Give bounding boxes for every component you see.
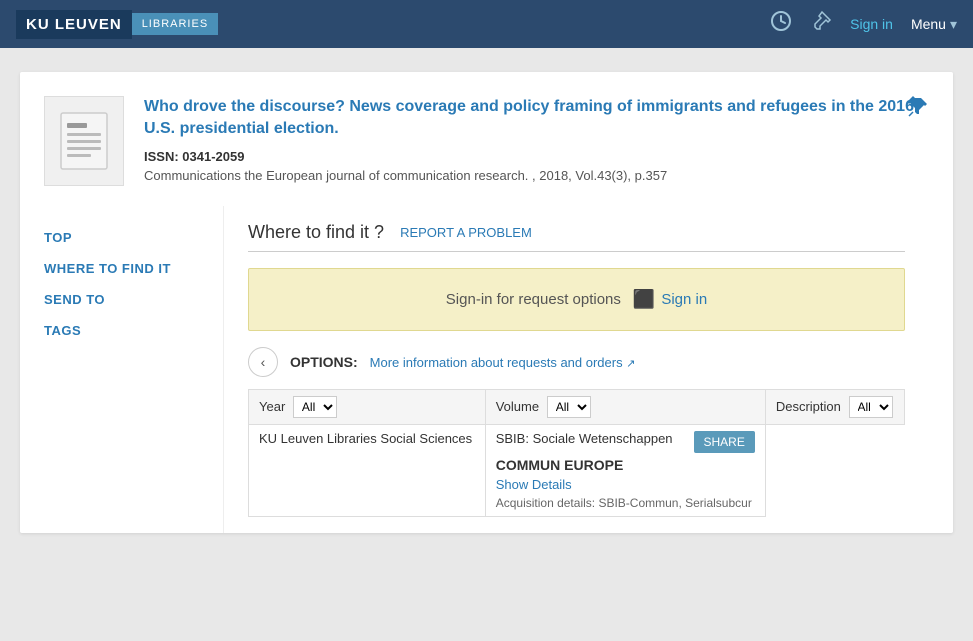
description-filter-select[interactable]: All <box>849 396 893 418</box>
options-bar: ‹ OPTIONS: More information about reques… <box>248 347 905 377</box>
header: KU LEUVEN LIBRARIES Sign in Menu ▾ <box>0 0 973 48</box>
table-header-row: Year All Volume All <box>249 390 905 425</box>
where-to-find-section: Where to find it ? REPORT A PROBLEM Sign… <box>224 206 929 533</box>
sbib-cell: SBIB: Sociale Wetenschappen SHARE COMMUN… <box>485 425 765 517</box>
sidebar-item-send-to[interactable]: SEND TO <box>44 284 223 315</box>
main-content: Who drove the discourse? News coverage a… <box>0 48 973 557</box>
show-details-link[interactable]: Show Details <box>496 477 755 492</box>
sidebar: TOP WHERE TO FIND IT SEND TO TAGS <box>44 206 224 533</box>
section-title: Where to find it ? <box>248 222 384 243</box>
pin-icon[interactable] <box>810 10 832 38</box>
article-pin-icon[interactable] <box>907 96 929 124</box>
year-filter-select[interactable]: All <box>293 396 337 418</box>
more-info-link[interactable]: More information about requests and orde… <box>370 355 636 370</box>
commun-europe-label: COMMUN EUROPE <box>496 457 755 473</box>
article-issn: ISSN: 0341-2059 <box>144 149 929 164</box>
signin-box-text: Sign-in for request options <box>446 291 621 308</box>
sidebar-item-where-to-find[interactable]: WHERE TO FIND IT <box>44 253 223 284</box>
volume-filter-select[interactable]: All <box>547 396 591 418</box>
results-table: Year All Volume All <box>248 389 905 517</box>
sidebar-item-tags[interactable]: TAGS <box>44 315 223 346</box>
article-icon <box>44 96 124 186</box>
article-header: Who drove the discourse? News coverage a… <box>44 96 929 206</box>
year-column-header: Year All <box>249 390 486 425</box>
header-actions: Sign in Menu ▾ <box>770 10 957 38</box>
signin-box: Sign-in for request options ⬛ Sign in <box>248 268 905 331</box>
section-header: Where to find it ? REPORT A PROBLEM <box>248 222 905 252</box>
signin-icon: ⬛ <box>633 289 655 310</box>
ku-leuven-logo: KU LEUVEN <box>16 10 132 39</box>
menu-chevron-icon: ▾ <box>950 16 957 33</box>
article-journal: Communications the European journal of c… <box>144 168 929 183</box>
volume-column-header: Volume All <box>485 390 765 425</box>
report-problem-link[interactable]: REPORT A PROBLEM <box>400 225 532 240</box>
sidebar-item-top[interactable]: TOP <box>44 222 223 253</box>
menu-button[interactable]: Menu ▾ <box>911 16 957 33</box>
location-cell: KU Leuven Libraries Social Sciences <box>249 425 486 517</box>
header-logo-group: KU LEUVEN LIBRARIES <box>16 10 218 39</box>
share-button[interactable]: SHARE <box>694 431 755 453</box>
sign-in-link[interactable]: Sign in <box>850 16 893 32</box>
table-row: KU Leuven Libraries Social Sciences SBIB… <box>249 425 905 517</box>
libraries-badge: LIBRARIES <box>132 13 218 35</box>
article-info: Who drove the discourse? News coverage a… <box>144 96 929 186</box>
acquisition-details: Acquisition details: SBIB-Commun, Serial… <box>496 496 755 510</box>
external-link-icon: ↗ <box>626 358 635 370</box>
history-icon[interactable] <box>770 10 792 38</box>
signin-button[interactable]: ⬛ Sign in <box>633 289 707 310</box>
article-title: Who drove the discourse? News coverage a… <box>144 96 929 141</box>
description-column-header: Description All <box>765 390 904 425</box>
article-card: Who drove the discourse? News coverage a… <box>20 72 953 533</box>
content-body: TOP WHERE TO FIND IT SEND TO TAGS Where … <box>44 206 929 533</box>
options-nav-back-button[interactable]: ‹ <box>248 347 278 377</box>
options-label: OPTIONS: <box>290 354 358 370</box>
